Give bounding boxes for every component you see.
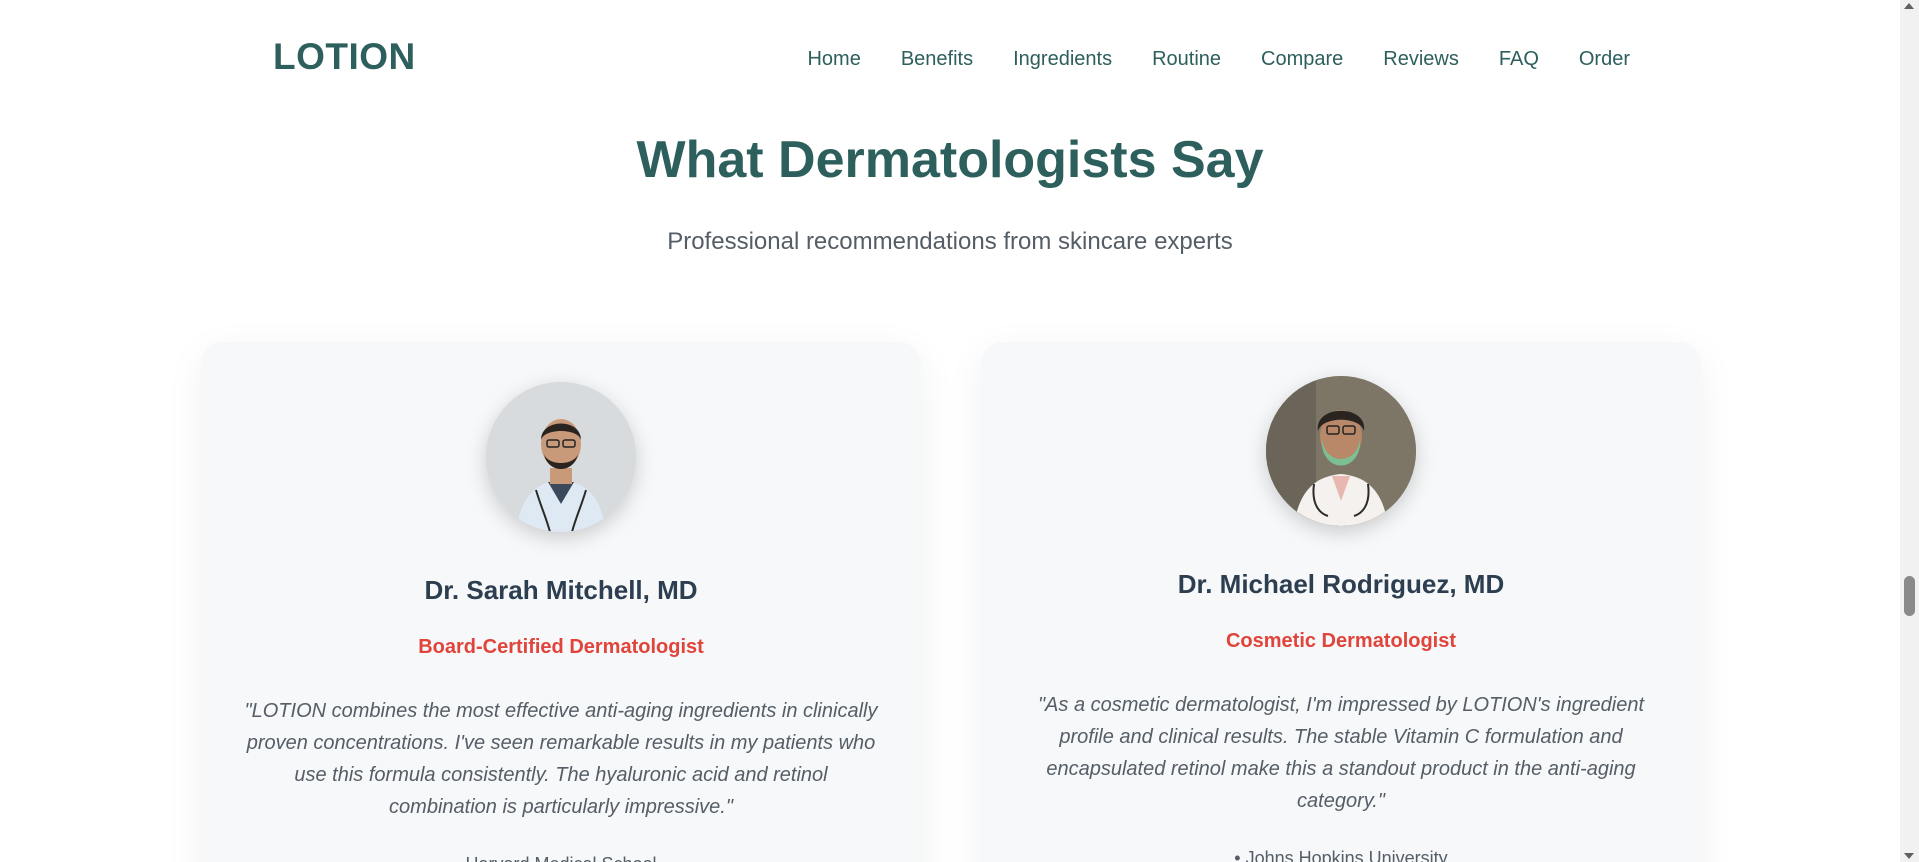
scrollbar-thumb[interactable] (1904, 576, 1915, 616)
nav-links: Home Benefits Ingredients Routine Compar… (767, 48, 1630, 71)
section-subtitle: Professional recommendations from skinca… (667, 228, 1233, 255)
avatar (486, 382, 636, 532)
doctor-affiliation: • Johns Hopkins University (1234, 848, 1448, 862)
vertical-scrollbar[interactable] (1900, 0, 1919, 862)
nav-link-benefits[interactable]: Benefits (901, 48, 973, 71)
avatar (1266, 376, 1416, 526)
doctor-portrait-icon (486, 382, 636, 532)
testimonial-quote: "LOTION combines the most effective anti… (244, 700, 878, 818)
dermatologist-card: Dr. Michael Rodriguez, MD Cosmetic Derma… (981, 342, 1701, 862)
nav-link-order[interactable]: Order (1579, 48, 1630, 71)
dermatologist-card: Dr. Sarah Mitchell, MD Board-Certified D… (201, 342, 921, 862)
nav-link-faq[interactable]: FAQ (1499, 48, 1539, 71)
doctor-title: Cosmetic Dermatologist (1225, 630, 1457, 652)
nav-link-reviews[interactable]: Reviews (1383, 48, 1459, 71)
doctor-title: Board-Certified Dermatologist (418, 636, 704, 658)
doctor-name: Dr. Michael Rodriguez, MD (1177, 569, 1505, 599)
doctor-name: Dr. Sarah Mitchell, MD (424, 575, 698, 605)
scroll-up-arrow-icon[interactable] (1904, 3, 1914, 9)
testimonial-quote: "As a cosmetic dermatologist, I'm impres… (1037, 694, 1645, 812)
scroll-down-arrow-icon[interactable] (1904, 853, 1914, 859)
nav-link-ingredients[interactable]: Ingredients (1013, 48, 1112, 71)
nav-link-compare[interactable]: Compare (1261, 48, 1343, 71)
navbar: LOTION Home Benefits Ingredients Routine… (0, 0, 1900, 118)
logo[interactable]: LOTION (273, 36, 416, 78)
nav-link-routine[interactable]: Routine (1152, 48, 1221, 71)
doctor-affiliation: Harvard Medical School (201, 854, 921, 862)
section-title: What Dermatologists Say (636, 131, 1264, 189)
doctor-portrait-icon (1266, 376, 1416, 526)
nav-link-home[interactable]: Home (807, 48, 860, 71)
